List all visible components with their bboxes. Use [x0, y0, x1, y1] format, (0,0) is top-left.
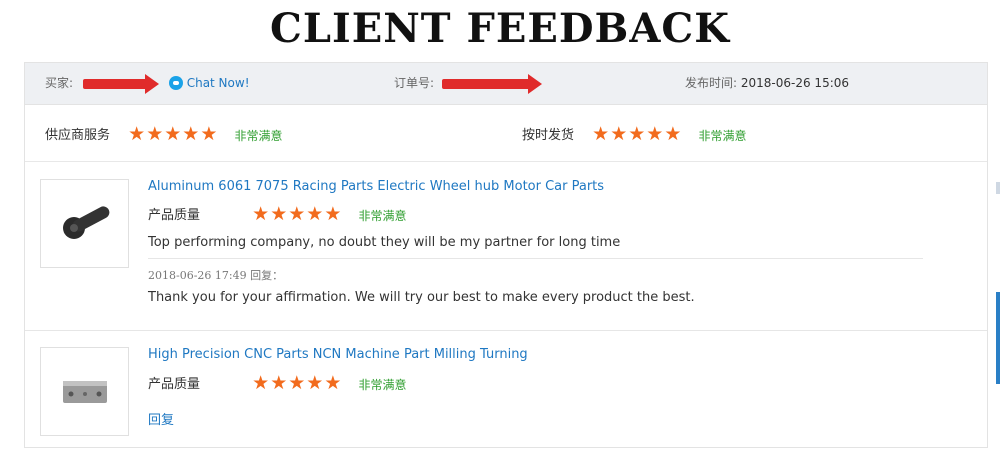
chat-icon[interactable]: [168, 75, 183, 90]
quality-label: 产品质量: [148, 207, 201, 223]
star-icon: ★: [252, 372, 270, 394]
star-icon: ★: [646, 123, 664, 145]
reply-divider: [148, 258, 923, 259]
order-info: 订单号:: [394, 73, 542, 94]
star-icon: ★: [324, 203, 342, 225]
star-rating: ★★★★★: [128, 125, 218, 146]
star-icon: ★: [610, 123, 628, 145]
buyer-comment: Top performing company, no doubt they wi…: [148, 235, 621, 250]
product-feedback-item: High Precision CNC Parts NCN Machine Par…: [25, 331, 987, 447]
star-icon: ★: [306, 372, 324, 394]
order-header: 买家: Chat Now! 订单号: 发布时间: 2018-06-26 15:0…: [25, 63, 987, 105]
publish-info: 发布时间: 2018-06-26 15:06: [685, 75, 849, 91]
star-icon: ★: [324, 372, 342, 394]
feedback-card: 买家: Chat Now! 订单号: 发布时间: 2018-06-26 15:0…: [24, 62, 988, 448]
star-icon: ★: [200, 123, 218, 145]
star-icon: ★: [128, 123, 146, 145]
star-icon: ★: [146, 123, 164, 145]
star-icon: ★: [306, 203, 324, 225]
product-title-link[interactable]: High Precision CNC Parts NCN Machine Par…: [148, 347, 528, 362]
star-icon: ★: [288, 203, 306, 225]
on-time-delivery-rating: 按时发货 ★★★★★ 非常满意: [522, 125, 747, 146]
cnc-plate-part-image: [63, 381, 107, 403]
publish-time: 2018-06-26 15:06: [740, 76, 850, 90]
rating-label: 供应商服务: [45, 127, 111, 143]
supplier-service-rating: 供应商服务 ★★★★★ 非常满意: [45, 125, 283, 146]
product-thumbnail[interactable]: [40, 179, 129, 268]
star-icon: ★: [270, 203, 288, 225]
wheel-hub-part-image: [63, 206, 110, 239]
rating-label: 按时发货: [522, 127, 575, 143]
rating-text: 非常满意: [358, 377, 407, 392]
rating-text: 非常满意: [234, 128, 283, 143]
product-title-link[interactable]: Aluminum 6061 7075 Racing Parts Electric…: [148, 179, 604, 194]
order-label: 订单号:: [394, 76, 435, 90]
reply-meta: 2018-06-26 17:49 回复：: [148, 269, 284, 282]
order-redaction-arrow: [441, 73, 542, 94]
star-icon: ★: [182, 123, 200, 145]
publish-label: 发布时间:: [685, 76, 738, 90]
buyer-redaction-arrow: [82, 73, 159, 94]
star-rating: ★★★★★: [592, 125, 682, 146]
buyer-label: 买家:: [45, 76, 74, 90]
side-indicator: [996, 182, 1000, 194]
product-quality-rating: 产品质量 ★★★★★ 非常满意: [148, 374, 407, 395]
star-rating: ★★★★★: [252, 374, 342, 395]
product-thumbnail[interactable]: [40, 347, 129, 436]
rating-text: 非常满意: [698, 128, 747, 143]
star-rating: ★★★★★: [252, 205, 342, 226]
page-title: CLIENT FEEDBACK: [270, 5, 730, 52]
reply-link[interactable]: 回复: [148, 409, 174, 428]
product-quality-rating: 产品质量 ★★★★★ 非常满意: [148, 205, 407, 226]
service-ratings: 供应商服务 ★★★★★ 非常满意 按时发货 ★★★★★ 非常满意: [25, 105, 987, 162]
star-icon: ★: [628, 123, 646, 145]
chat-now-link[interactable]: Chat Now!: [187, 76, 250, 90]
star-icon: ★: [164, 123, 182, 145]
star-icon: ★: [252, 203, 270, 225]
star-icon: ★: [664, 123, 682, 145]
star-icon: ★: [592, 123, 610, 145]
product-feedback-item: Aluminum 6061 7075 Racing Parts Electric…: [25, 162, 987, 330]
buyer-info: 买家: Chat Now!: [45, 73, 250, 94]
star-icon: ★: [270, 372, 288, 394]
quality-label: 产品质量: [148, 376, 201, 392]
star-icon: ★: [288, 372, 306, 394]
seller-reply: Thank you for your affirmation. We will …: [148, 290, 695, 305]
side-scroll-strip[interactable]: [996, 292, 1000, 384]
rating-text: 非常满意: [358, 208, 407, 223]
